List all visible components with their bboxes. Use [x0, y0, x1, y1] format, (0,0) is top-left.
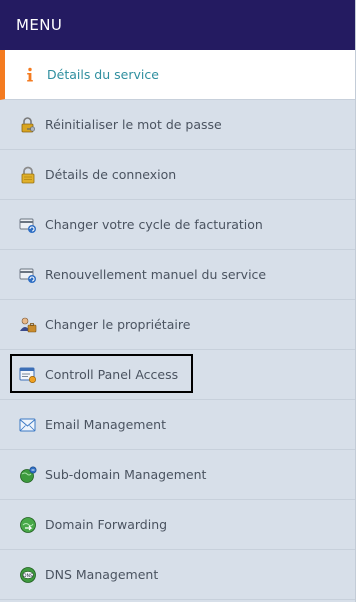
menu-item-label: Sub-domain Management	[45, 467, 207, 482]
menu-item-label: Renouvellement manuel du service	[45, 267, 267, 282]
menu-item-reset-password[interactable]: Réinitialiser le mot de passe	[0, 100, 355, 150]
menu-item-label: DNS Management	[45, 567, 159, 582]
menu-item-label: Domain Forwarding	[45, 517, 168, 532]
sidebar-menu: MENU Détails du service Réinitialiser le…	[0, 0, 356, 602]
menu-item-change-owner[interactable]: Changer le propriétaire	[0, 300, 355, 350]
menu-item-service-details[interactable]: Détails du service	[0, 50, 355, 100]
menu-item-login-details[interactable]: Détails de connexion	[0, 150, 355, 200]
menu-item-label: Changer le propriétaire	[45, 317, 191, 332]
subdomain-globe-icon	[19, 465, 37, 484]
owner-change-icon	[19, 316, 37, 334]
domain-forwarding-icon	[19, 516, 37, 534]
info-icon	[21, 66, 39, 84]
control-panel-icon	[19, 366, 37, 384]
menu-item-label: Changer votre cycle de facturation	[45, 217, 263, 232]
renewal-icon	[19, 266, 37, 284]
email-icon	[19, 416, 37, 434]
menu-item-label: Réinitialiser le mot de passe	[45, 117, 222, 132]
menu-item-label: Email Management	[45, 417, 166, 432]
menu-item-subdomain-management[interactable]: Sub-domain Management	[0, 450, 355, 500]
menu-item-dns-management[interactable]: DNS DNS Management	[0, 550, 355, 600]
menu-item-billing-cycle[interactable]: Changer votre cycle de facturation	[0, 200, 355, 250]
menu-item-email-management[interactable]: Email Management	[0, 400, 355, 450]
menu-header: MENU	[0, 0, 355, 50]
menu-list: Détails du service Réinitialiser le mot …	[0, 50, 355, 600]
menu-title: MENU	[16, 16, 63, 34]
menu-item-label: Détails de connexion	[45, 167, 177, 182]
menu-item-manual-renewal[interactable]: Renouvellement manuel du service	[0, 250, 355, 300]
menu-item-domain-forwarding[interactable]: Domain Forwarding	[0, 500, 355, 550]
dns-icon: DNS	[19, 566, 37, 584]
billing-cycle-icon	[19, 216, 37, 234]
menu-item-control-panel-access[interactable]: Controll Panel Access	[0, 350, 355, 400]
padlock-icon	[19, 166, 37, 184]
menu-item-label: Détails du service	[47, 67, 159, 82]
svg-text:DNS: DNS	[23, 572, 33, 578]
key-lock-icon	[19, 116, 37, 134]
menu-item-label: Controll Panel Access	[45, 367, 179, 382]
